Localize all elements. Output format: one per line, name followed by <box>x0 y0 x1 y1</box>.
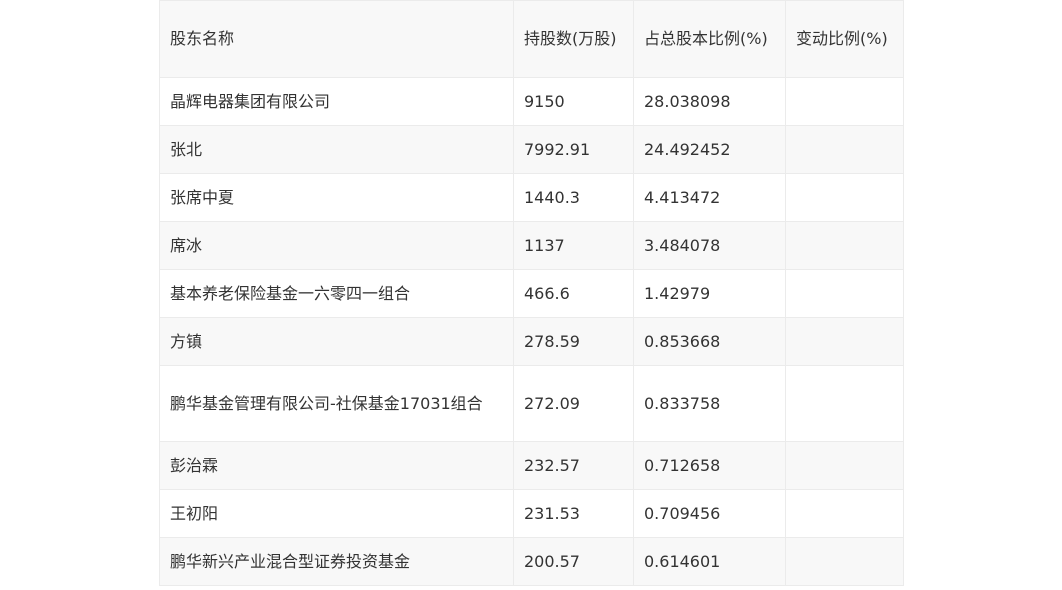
cell-ratio: 0.614601 <box>633 537 786 586</box>
cell-change <box>785 77 904 126</box>
table-row: 鹏华新兴产业混合型证券投资基金 200.57 0.614601 <box>159 537 904 586</box>
cell-change <box>785 489 904 538</box>
table-row: 晶辉电器集团有限公司 9150 28.038098 <box>159 77 904 126</box>
shareholder-table: 股东名称 持股数(万股) 占总股本比例(%) 变动比例(%) 晶辉电器集团有限公… <box>159 0 904 586</box>
header-ratio: 占总股本比例(%) <box>633 0 786 78</box>
table-row: 张席中夏 1440.3 4.413472 <box>159 173 904 222</box>
table-row: 彭治霖 232.57 0.712658 <box>159 441 904 490</box>
cell-change <box>785 537 904 586</box>
table-row: 席冰 1137 3.484078 <box>159 221 904 270</box>
table-header-row: 股东名称 持股数(万股) 占总股本比例(%) 变动比例(%) <box>159 0 904 78</box>
cell-shares: 200.57 <box>513 537 634 586</box>
cell-change <box>785 221 904 270</box>
cell-ratio: 0.712658 <box>633 441 786 490</box>
cell-shares: 231.53 <box>513 489 634 538</box>
shareholder-table-container: 股东名称 持股数(万股) 占总股本比例(%) 变动比例(%) 晶辉电器集团有限公… <box>159 0 904 586</box>
cell-ratio: 0.709456 <box>633 489 786 538</box>
cell-ratio: 0.833758 <box>633 365 786 442</box>
cell-shareholder-name: 王初阳 <box>159 489 514 538</box>
cell-shareholder-name: 席冰 <box>159 221 514 270</box>
cell-ratio: 24.492452 <box>633 125 786 174</box>
cell-shares: 466.6 <box>513 269 634 318</box>
cell-shareholder-name: 鹏华基金管理有限公司-社保基金17031组合 <box>159 365 514 442</box>
cell-shares: 272.09 <box>513 365 634 442</box>
cell-shareholder-name: 晶辉电器集团有限公司 <box>159 77 514 126</box>
cell-shareholder-name: 彭治霖 <box>159 441 514 490</box>
cell-shares: 1440.3 <box>513 173 634 222</box>
table-row: 基本养老保险基金一六零四一组合 466.6 1.42979 <box>159 269 904 318</box>
table-row: 鹏华基金管理有限公司-社保基金17031组合 272.09 0.833758 <box>159 365 904 442</box>
cell-ratio: 4.413472 <box>633 173 786 222</box>
header-shareholder-name: 股东名称 <box>159 0 514 78</box>
cell-shares: 232.57 <box>513 441 634 490</box>
cell-ratio: 3.484078 <box>633 221 786 270</box>
cell-ratio: 1.42979 <box>633 269 786 318</box>
table-row: 张北 7992.91 24.492452 <box>159 125 904 174</box>
cell-shares: 7992.91 <box>513 125 634 174</box>
cell-change <box>785 365 904 442</box>
cell-ratio: 0.853668 <box>633 317 786 366</box>
cell-shares: 9150 <box>513 77 634 126</box>
cell-shareholder-name: 张北 <box>159 125 514 174</box>
cell-change <box>785 269 904 318</box>
cell-change <box>785 125 904 174</box>
header-shares: 持股数(万股) <box>513 0 634 78</box>
cell-shareholder-name: 基本养老保险基金一六零四一组合 <box>159 269 514 318</box>
cell-shareholder-name: 张席中夏 <box>159 173 514 222</box>
table-row: 方镇 278.59 0.853668 <box>159 317 904 366</box>
header-change: 变动比例(%) <box>785 0 904 78</box>
cell-ratio: 28.038098 <box>633 77 786 126</box>
cell-change <box>785 441 904 490</box>
cell-shareholder-name: 方镇 <box>159 317 514 366</box>
cell-change <box>785 317 904 366</box>
cell-shares: 278.59 <box>513 317 634 366</box>
cell-shareholder-name: 鹏华新兴产业混合型证券投资基金 <box>159 537 514 586</box>
cell-change <box>785 173 904 222</box>
cell-shares: 1137 <box>513 221 634 270</box>
table-row: 王初阳 231.53 0.709456 <box>159 489 904 538</box>
